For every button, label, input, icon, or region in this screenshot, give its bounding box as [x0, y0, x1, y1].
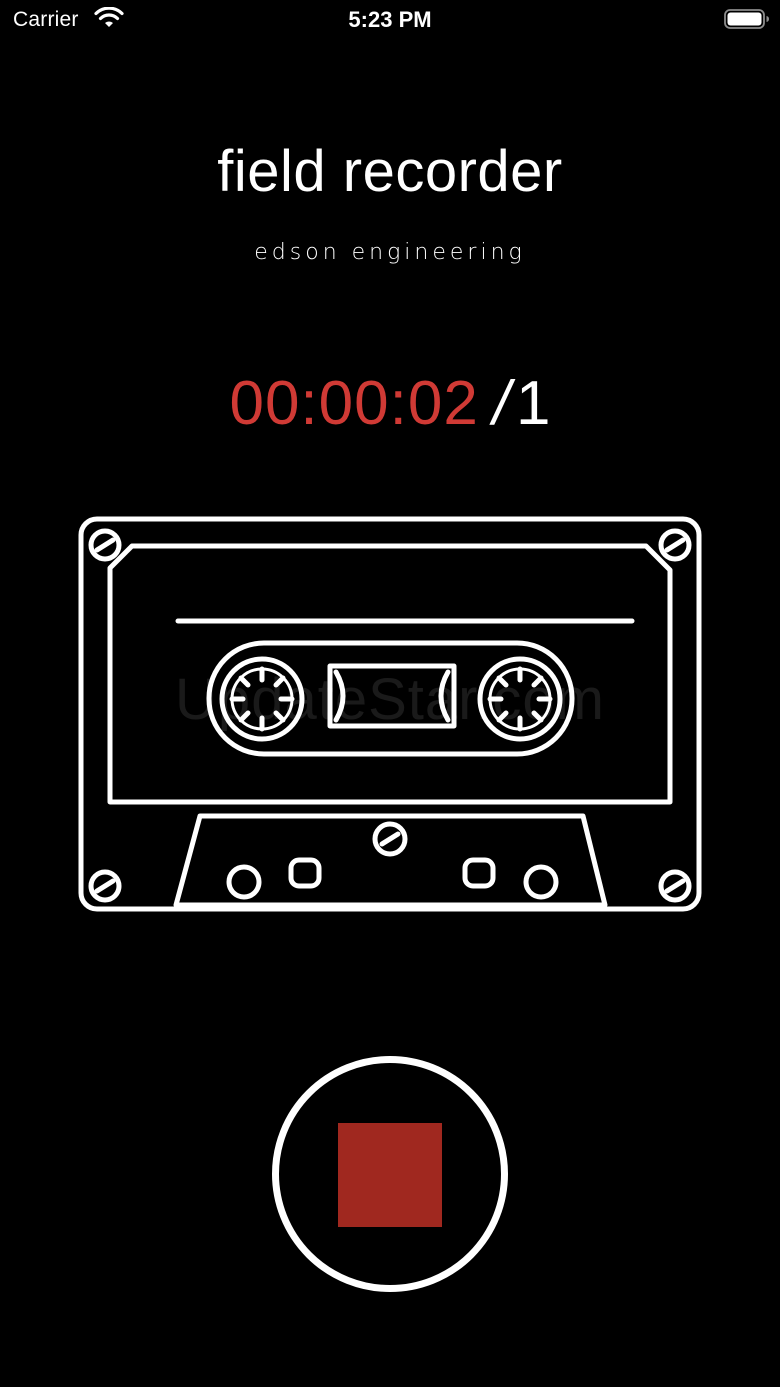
- elapsed-time: 00:00:02: [229, 369, 479, 438]
- recording-count: 1: [516, 369, 551, 438]
- timer-separator: /: [492, 369, 511, 438]
- stop-icon: [338, 1123, 442, 1227]
- stop-recording-button[interactable]: [272, 1056, 508, 1292]
- app-subtitle: edson engineering: [254, 240, 526, 265]
- status-bar: Carrier 5:23 PM: [0, 0, 780, 40]
- battery-icon: [724, 9, 769, 29]
- cassette-tape-icon: [78, 516, 702, 912]
- status-time: 5:23 PM: [348, 7, 432, 32]
- app-title: field recorder: [217, 139, 563, 204]
- recording-timer: 00:00:02/1: [0, 368, 780, 439]
